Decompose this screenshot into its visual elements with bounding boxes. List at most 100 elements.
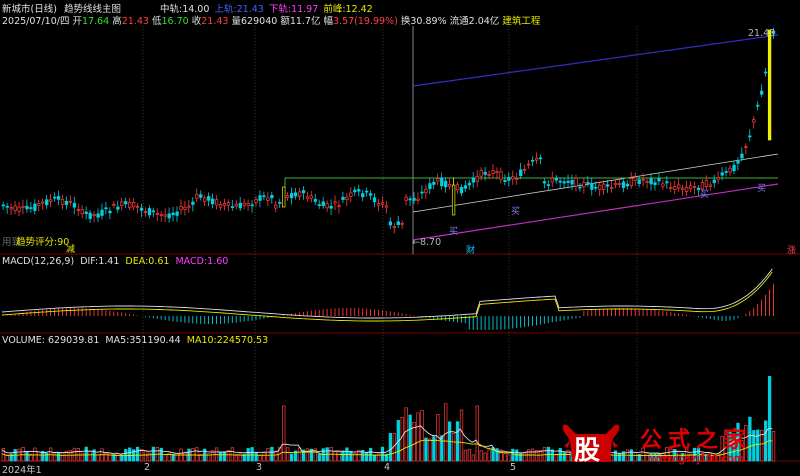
candle-body bbox=[712, 179, 716, 184]
dif-label: DIF: bbox=[80, 256, 99, 267]
industry: 建筑工程 bbox=[502, 16, 541, 27]
volume-bar bbox=[37, 451, 41, 462]
candle-body bbox=[45, 199, 49, 206]
candle-body bbox=[542, 181, 547, 184]
site-url[interactable]: www.gszj100.com bbox=[650, 453, 744, 465]
volume-bar bbox=[511, 448, 515, 462]
candle-body bbox=[665, 181, 669, 184]
candle-body bbox=[760, 90, 764, 95]
volume-bar bbox=[380, 446, 385, 462]
candle-body bbox=[748, 135, 752, 138]
volume-bar bbox=[479, 450, 483, 462]
candle-body bbox=[230, 206, 235, 208]
candle-body bbox=[752, 119, 756, 123]
logo-char: 股 bbox=[574, 436, 601, 466]
candle-body bbox=[139, 207, 144, 211]
volume-bar bbox=[88, 450, 92, 462]
candle-body bbox=[649, 178, 653, 185]
candle-body bbox=[195, 193, 199, 199]
volume-bar bbox=[163, 454, 167, 462]
tag-buy-1: 买 bbox=[449, 227, 459, 237]
candle-body bbox=[448, 184, 452, 187]
candle-body bbox=[681, 187, 685, 190]
candle-body bbox=[341, 196, 345, 200]
volume-bar bbox=[372, 454, 377, 462]
volume-bar bbox=[408, 414, 412, 462]
candle-body bbox=[5, 205, 9, 208]
candle-body bbox=[353, 189, 357, 193]
tag-buy-3: 买 bbox=[757, 184, 767, 194]
candle-body bbox=[135, 205, 140, 208]
volume-bar bbox=[424, 437, 428, 462]
volume-bar bbox=[471, 454, 475, 462]
candle-body bbox=[49, 199, 53, 202]
candle-body bbox=[297, 191, 302, 197]
volume-bar bbox=[262, 452, 266, 462]
low-label: 低 bbox=[152, 16, 162, 27]
candle-body bbox=[313, 198, 317, 202]
change-value: 3.57(19.99%) bbox=[333, 16, 398, 27]
tag-cai: 财 bbox=[466, 246, 476, 256]
volume-bar bbox=[428, 438, 432, 462]
vol-value: 629040 bbox=[241, 16, 278, 27]
candle-body bbox=[321, 201, 325, 207]
candle-body bbox=[325, 203, 329, 209]
tag-zhang: 涨 bbox=[787, 246, 797, 256]
candle-body bbox=[41, 201, 45, 204]
candle-body bbox=[732, 164, 736, 172]
candle-body bbox=[756, 104, 760, 107]
x-axis-label-1: 2 bbox=[144, 462, 151, 473]
volume-bar bbox=[305, 448, 310, 462]
candle-body bbox=[349, 192, 353, 197]
candle-body bbox=[143, 210, 148, 213]
candle-body bbox=[151, 210, 156, 213]
candle-body bbox=[120, 201, 124, 206]
candle-body bbox=[467, 182, 472, 186]
candle-body bbox=[716, 176, 720, 180]
volume-bar bbox=[286, 447, 290, 462]
candle-body bbox=[645, 181, 649, 183]
volume-bar bbox=[400, 417, 404, 462]
close-value: 21.43 bbox=[201, 16, 229, 27]
candle-body bbox=[704, 179, 709, 187]
candle-body bbox=[309, 195, 314, 199]
volume-bar bbox=[147, 452, 152, 462]
candle-body bbox=[523, 168, 527, 171]
candle-body bbox=[175, 211, 179, 216]
dea-label: DEA: bbox=[125, 256, 149, 267]
volume-bar bbox=[317, 453, 321, 462]
candle-body bbox=[207, 196, 211, 201]
candle-body bbox=[625, 183, 630, 187]
candle-body bbox=[33, 203, 37, 211]
candle-body bbox=[392, 226, 396, 228]
candle-body bbox=[226, 202, 231, 206]
quote-row: 2025/07/10/四 开17.64 高21.43 低16.70 收21.43… bbox=[2, 13, 540, 27]
candle-body bbox=[400, 222, 404, 225]
volume-label[interactable]: VOLUME: bbox=[2, 335, 45, 346]
float-label: 流通 bbox=[449, 16, 469, 27]
candle-body bbox=[404, 196, 408, 201]
candle-body bbox=[491, 170, 495, 174]
candle-body bbox=[88, 212, 92, 219]
macd-title[interactable]: MACD(12,26,9) bbox=[2, 256, 74, 267]
candle-body bbox=[218, 204, 223, 208]
candle-body bbox=[183, 206, 187, 210]
volume-bar bbox=[444, 403, 448, 462]
candle-body bbox=[179, 206, 183, 210]
candle-body bbox=[724, 171, 728, 173]
volume-bar bbox=[195, 447, 199, 462]
volume-bar bbox=[463, 449, 468, 462]
candle-body bbox=[444, 180, 448, 188]
candle-body bbox=[76, 209, 81, 212]
volume-bar bbox=[84, 446, 88, 462]
volume-bar bbox=[96, 454, 100, 462]
amount-label: 额 bbox=[280, 16, 290, 27]
volume-bar bbox=[523, 452, 527, 462]
candle-body bbox=[317, 204, 321, 206]
volume-bar bbox=[404, 407, 408, 462]
candle-body bbox=[657, 178, 661, 182]
candle-body bbox=[222, 203, 227, 206]
x-axis-label-2: 3 bbox=[256, 462, 263, 473]
candle-body bbox=[68, 200, 73, 203]
candle-body bbox=[372, 197, 377, 203]
